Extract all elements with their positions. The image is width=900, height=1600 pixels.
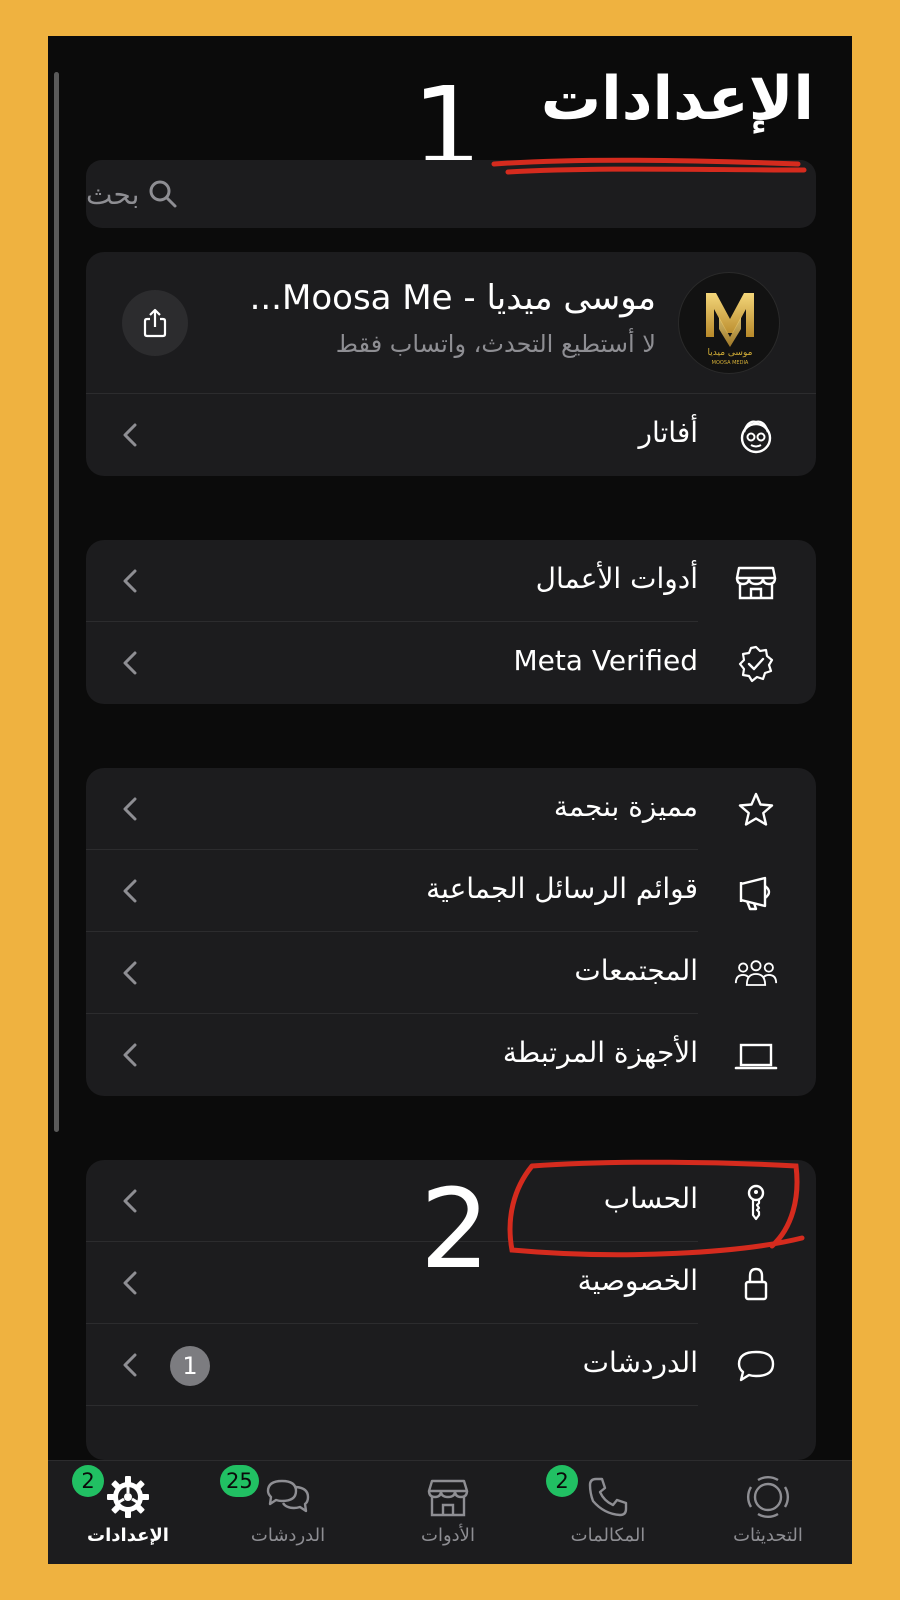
- chevron-left-icon: [123, 1043, 137, 1067]
- profile-card: موسى ميديا MOOSA MEDIA موسى ميديا - Moos…: [86, 252, 816, 476]
- svg-text:MOOSA MEDIA: MOOSA MEDIA: [712, 360, 749, 366]
- avatar[interactable]: موسى ميديا MOOSA MEDIA: [678, 272, 780, 374]
- chevron-left-icon: [123, 961, 137, 985]
- search-icon: [149, 180, 177, 208]
- chats-icon: [266, 1479, 310, 1513]
- chat-bubble-icon: [734, 1344, 778, 1388]
- tab-badge: 2: [72, 1465, 104, 1497]
- settings-row-starred[interactable]: مميزة بنجمة: [86, 768, 816, 850]
- unread-count-badge: 1: [170, 1346, 210, 1386]
- scrollbar[interactable]: [54, 72, 59, 1132]
- settings-row-linked-devices[interactable]: الأجهزة المرتبطة: [86, 1014, 816, 1096]
- row-label: قوائم الرسائل الجماعية: [426, 872, 698, 905]
- tab-badge: 2: [546, 1465, 578, 1497]
- settings-row-communities[interactable]: المجتمعات: [86, 932, 816, 1014]
- chevron-left-icon: [123, 879, 137, 903]
- row-label: Meta Verified: [513, 644, 698, 677]
- settings-row-chats[interactable]: الدردشات 1: [86, 1324, 816, 1406]
- star-icon: [734, 788, 778, 832]
- tab-label: الأدوات: [421, 1525, 475, 1546]
- tab-label: الدردشات: [250, 1525, 326, 1546]
- annotation-circle: [507, 1159, 805, 1258]
- tab-label: المكالمات: [570, 1525, 646, 1546]
- phone-screen: الإعدادات 1 بحث موسى ميديا MOOSA MEDIA م…: [48, 36, 852, 1564]
- chevron-left-icon: [123, 1189, 137, 1213]
- store-icon: [734, 560, 778, 604]
- settings-gear-icon: [107, 1476, 149, 1518]
- chevron-left-icon: [123, 1353, 137, 1377]
- communities-icon: [734, 952, 778, 996]
- tab-badge: 25: [220, 1465, 259, 1497]
- share-qr-button[interactable]: [122, 290, 188, 356]
- megaphone-icon: [734, 870, 778, 914]
- settings-row-business-tools[interactable]: أدوات الأعمال: [86, 540, 816, 622]
- row-label: أدوات الأعمال: [535, 562, 698, 595]
- search-placeholder: بحث: [86, 177, 140, 211]
- chevron-left-icon: [123, 651, 137, 675]
- phone-icon: [588, 1477, 628, 1517]
- profile-status: لا أستطيع التحدث، واتساب فقط: [335, 330, 656, 358]
- settings-row-meta-verified[interactable]: Meta Verified: [86, 622, 816, 704]
- chevron-left-icon: [123, 797, 137, 821]
- settings-row-avatar[interactable]: أفاتار: [86, 394, 816, 476]
- row-label: المجتمعات: [574, 954, 698, 987]
- row-label: الدردشات: [582, 1346, 698, 1379]
- updates-icon: [746, 1475, 790, 1519]
- settings-group-messages: مميزة بنجمة قوائم الرسائل الجماعية المجت…: [86, 768, 816, 1096]
- tab-chats[interactable]: 25 الدردشات: [208, 1461, 368, 1564]
- annotation-underline: [491, 157, 807, 175]
- laptop-icon: [734, 1034, 778, 1078]
- annotation-step-2: 2: [420, 1165, 490, 1293]
- tab-label: الإعدادات: [87, 1525, 169, 1546]
- row-label: الخصوصية: [577, 1264, 698, 1297]
- verified-badge-icon: [734, 642, 778, 686]
- bottom-tab-bar: 2 الإعدادات 25 الدردشات الأدوات 2 المكال…: [48, 1460, 852, 1564]
- profile-name: موسى ميديا - Moosa Me...: [249, 278, 656, 318]
- tab-updates[interactable]: التحديثات: [688, 1461, 848, 1564]
- moosa-media-logo: موسى ميديا MOOSA MEDIA: [706, 293, 754, 366]
- share-icon: [143, 308, 167, 338]
- row-label: الأجهزة المرتبطة: [502, 1036, 698, 1069]
- settings-group-business: أدوات الأعمال Meta Verified: [86, 540, 816, 704]
- chevron-left-icon: [123, 423, 137, 447]
- settings-row-broadcast-lists[interactable]: قوائم الرسائل الجماعية: [86, 850, 816, 932]
- avatar-face-icon: [734, 414, 778, 458]
- profile-row[interactable]: موسى ميديا MOOSA MEDIA موسى ميديا - Moos…: [86, 252, 816, 394]
- chevron-left-icon: [123, 569, 137, 593]
- tab-tools[interactable]: الأدوات: [368, 1461, 528, 1564]
- chevron-left-icon: [123, 1271, 137, 1295]
- svg-text:موسى ميديا: موسى ميديا: [708, 348, 753, 358]
- tab-calls[interactable]: 2 المكالمات: [528, 1461, 688, 1564]
- tools-store-icon: [427, 1479, 469, 1517]
- row-label: مميزة بنجمة: [553, 790, 698, 823]
- lock-icon: [734, 1262, 778, 1306]
- tab-settings[interactable]: 2 الإعدادات: [48, 1461, 208, 1564]
- tab-label: التحديثات: [733, 1525, 803, 1546]
- row-label: أفاتار: [638, 416, 698, 449]
- page-title: الإعدادات: [540, 64, 814, 134]
